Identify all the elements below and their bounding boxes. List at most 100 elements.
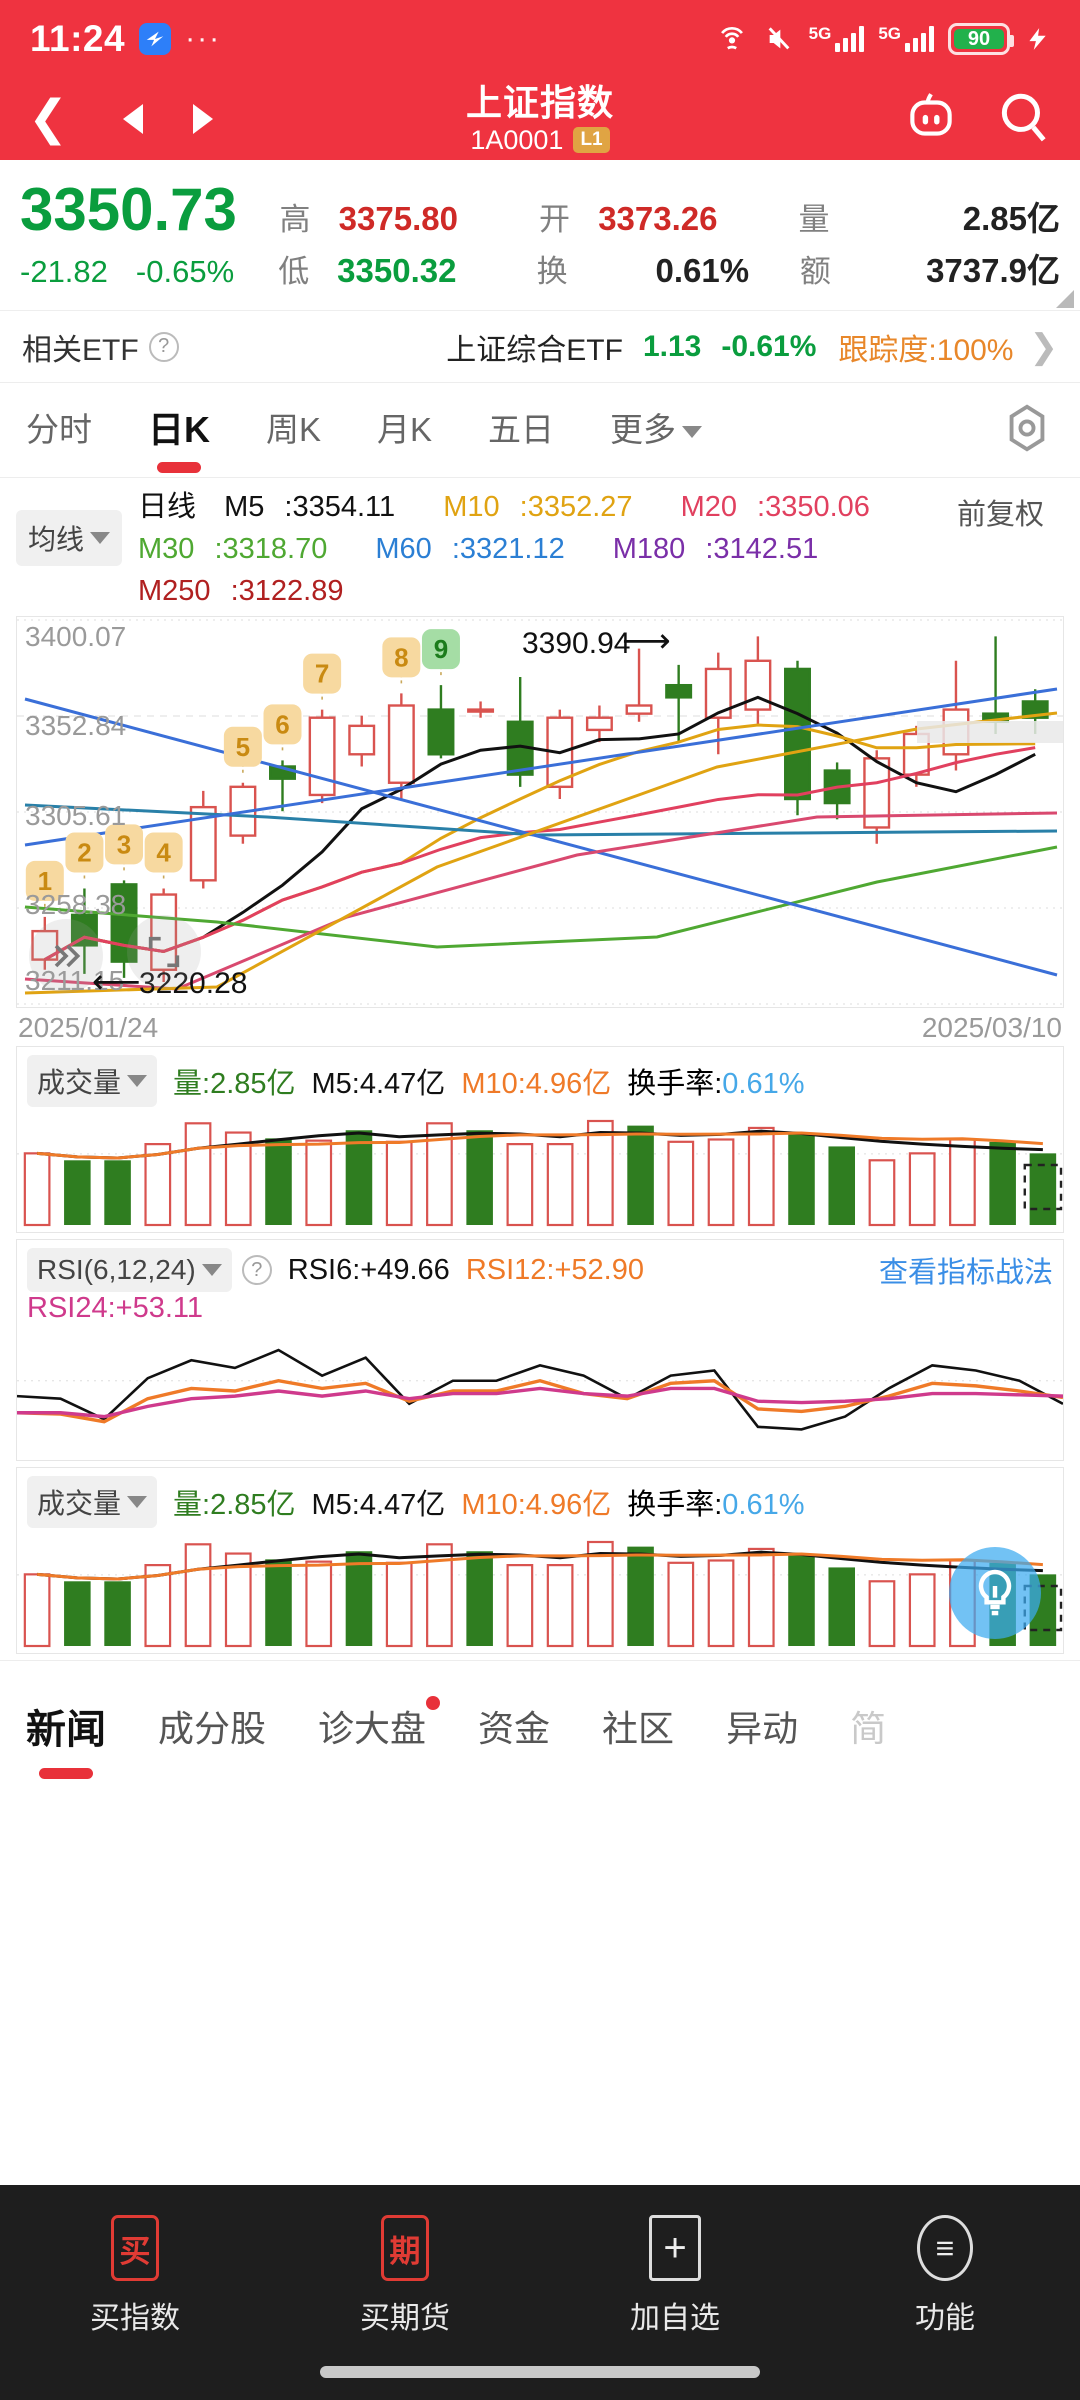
- ma-selector-button[interactable]: 均线: [16, 510, 123, 566]
- search-icon[interactable]: [994, 88, 1052, 151]
- low-label: 低: [278, 254, 310, 289]
- question-mark-icon[interactable]: ?: [241, 1255, 272, 1285]
- rsi-indicator-selector[interactable]: RSI(6,12,24): [27, 1248, 232, 1292]
- volume-header-2: 成交量 量:2.85亿 M5:4.47亿 M10:4.96亿 换手率:0.61%: [17, 1468, 1063, 1530]
- chevron-right-icon[interactable]: ❯: [1030, 327, 1059, 367]
- next-triangle-icon[interactable]: [168, 104, 238, 134]
- tab-news[interactable]: 新闻: [26, 1697, 106, 1755]
- rsi6-value: RSI6:+49.66: [287, 1253, 450, 1286]
- status-overflow-icon: ···: [185, 22, 222, 55]
- volume-bars-svg-2: [17, 1540, 1063, 1648]
- rsi-strategy-link[interactable]: 查看指标战法: [879, 1249, 1053, 1291]
- related-etf-row[interactable]: 相关ETF ? 上证综合ETF 1.13 -0.61% 跟踪度:100% ❯: [0, 311, 1080, 383]
- status-bar: 11:24 ··· 5G 5G 90: [0, 0, 1080, 78]
- volume-indicator-selector-2[interactable]: 成交量: [27, 1476, 158, 1528]
- frame-select-icon[interactable]: [127, 915, 201, 989]
- svg-text:4: 4: [156, 837, 171, 867]
- home-indicator[interactable]: [320, 2366, 760, 2378]
- rsi-lines-svg: [16, 1348, 1064, 1431]
- nav-buy-index[interactable]: 买 买指数: [0, 2213, 270, 2337]
- price-change-group: -21.82 -0.65%: [20, 244, 278, 300]
- volume-bars-svg-1: [17, 1119, 1063, 1227]
- tab-weekly-k[interactable]: 周K: [266, 403, 321, 457]
- volume-value: 2.85亿: [962, 200, 1060, 237]
- svg-text:7: 7: [315, 659, 329, 689]
- notification-dot: [426, 1695, 441, 1710]
- nfc-icon: [715, 22, 749, 56]
- ma-line-1: 日线 M5:3354.11 M10:3352.27 M20:3350.06 前复…: [138, 486, 1064, 531]
- annotation-high: 3390.94: [522, 627, 631, 660]
- adjust-label[interactable]: 前复权: [957, 486, 1044, 536]
- high-value: 3375.80: [338, 200, 458, 237]
- tab-constituents[interactable]: 成分股: [158, 1700, 266, 1752]
- nav-buy-futures[interactable]: 期 买期货: [270, 2213, 540, 2337]
- mute-icon: [763, 23, 795, 55]
- prev-triangle-icon[interactable]: [98, 104, 168, 134]
- volume-ma5-2: M5:4.47亿: [311, 1489, 446, 1521]
- tab-fenshi[interactable]: 分时: [26, 403, 92, 457]
- rsi-panel[interactable]: RSI(6,12,24) ? RSI6:+49.66 RSI12:+52.90 …: [16, 1239, 1064, 1461]
- candlestick-chart[interactable]: 123456789 3400.07 3352.84 3305.61 3258.3…: [16, 616, 1064, 1008]
- volume-indicator-selector[interactable]: 成交量: [27, 1055, 158, 1107]
- tab-community[interactable]: 社区: [602, 1700, 674, 1752]
- charging-icon: [1024, 24, 1050, 54]
- tab-daily-k[interactable]: 日K: [148, 401, 210, 459]
- nav-functions[interactable]: ≡ 功能: [810, 2213, 1080, 2337]
- ma-line-2: M30:3318.70 M60:3321.12 M180:3142.51: [138, 528, 1064, 570]
- annotation-high-arrow-icon: ⟶: [622, 622, 671, 660]
- volume-ma10-2: M10:4.96亿: [461, 1489, 612, 1521]
- caret-down-icon: [682, 426, 703, 439]
- open-label: 开: [539, 202, 571, 237]
- robot-assistant-icon[interactable]: [902, 88, 960, 151]
- lightbulb-icon[interactable]: [949, 1547, 1041, 1639]
- y-tick-2: 3305.61: [25, 800, 127, 831]
- back-chevron-icon[interactable]: ❮: [28, 95, 98, 143]
- volume-label: 量: [798, 202, 830, 237]
- volume-ma10: M10:4.96亿: [461, 1068, 612, 1100]
- ma-line-3: M250:3122.89: [138, 570, 1064, 612]
- network-label-1: 5G: [808, 24, 832, 43]
- volume-turnover: 换手率:0.61%: [627, 1068, 805, 1100]
- tab-funds[interactable]: 资金: [478, 1700, 550, 1752]
- nav-add-watchlist[interactable]: + 加自选: [540, 2213, 810, 2337]
- messenger-icon: [139, 23, 172, 55]
- high-label: 高: [279, 202, 311, 237]
- ma30-value: M30:3318.70: [138, 533, 328, 565]
- tab-market-diagnosis[interactable]: 诊大盘: [318, 1695, 441, 1752]
- signal-5g-1-icon: 5G: [808, 24, 865, 52]
- svg-text:2: 2: [77, 837, 91, 867]
- tab-monthly-k[interactable]: 月K: [377, 403, 432, 457]
- tab-brief[interactable]: 简: [850, 1700, 886, 1752]
- content-tabs: 新闻 成分股 诊大盘 资金 社区 异动 简: [0, 1660, 1080, 1790]
- quote-row-2: -21.82 -0.65% 低 3350.32 换 0.61% 额 3737.9…: [20, 244, 1060, 300]
- volume-turnover-2: 换手率:0.61%: [627, 1489, 805, 1521]
- volume-value-2: 量:2.85亿: [173, 1489, 296, 1521]
- turnover-label: 换: [536, 254, 568, 289]
- etf-tracking: 跟踪度:100%: [838, 333, 1014, 367]
- ma20-value: M20:3350.06: [680, 491, 870, 523]
- tab-anomalies[interactable]: 异动: [726, 1700, 798, 1752]
- question-mark-icon[interactable]: ?: [148, 331, 179, 362]
- volume-panel-2[interactable]: 成交量 量:2.85亿 M5:4.47亿 M10:4.96亿 换手率:0.61%: [16, 1467, 1064, 1654]
- etf-price: 1.13: [642, 329, 702, 363]
- rsi24-value: RSI24:+53.11: [27, 1292, 204, 1324]
- y-tick-3: 3258.38: [25, 889, 127, 920]
- zoom-out-chevrons-icon[interactable]: [29, 919, 103, 993]
- status-time: 11:24: [30, 18, 126, 59]
- buy-index-icon: 买: [107, 2213, 163, 2283]
- chart-settings-icon[interactable]: [1000, 401, 1054, 460]
- date-end: 2025/03/10: [921, 1012, 1062, 1043]
- rsi-header: RSI(6,12,24) ? RSI6:+49.66 RSI12:+52.90 …: [17, 1240, 1063, 1327]
- amount-label: 额: [799, 254, 831, 289]
- tab-five-day[interactable]: 五日: [488, 403, 554, 457]
- rsi12-value: RSI12:+52.90: [465, 1253, 644, 1286]
- quote-panel[interactable]: 3350.73 高 3375.80 开 3373.26 量 2.85亿 -21.…: [0, 160, 1080, 311]
- volume-panel-1[interactable]: 成交量 量:2.85亿 M5:4.47亿 M10:4.96亿 换手率:0.61%: [16, 1046, 1064, 1233]
- turnover-value: 0.61%: [655, 252, 750, 289]
- tab-more[interactable]: 更多: [610, 403, 703, 457]
- svg-text:6: 6: [275, 709, 289, 739]
- ma-legend: 均线 日线 M5:3354.11 M10:3352.27 M20:3350.06…: [0, 478, 1080, 616]
- expand-corner-icon[interactable]: [1056, 290, 1074, 308]
- svg-text:5: 5: [236, 732, 250, 762]
- caret-down-icon: [90, 532, 111, 544]
